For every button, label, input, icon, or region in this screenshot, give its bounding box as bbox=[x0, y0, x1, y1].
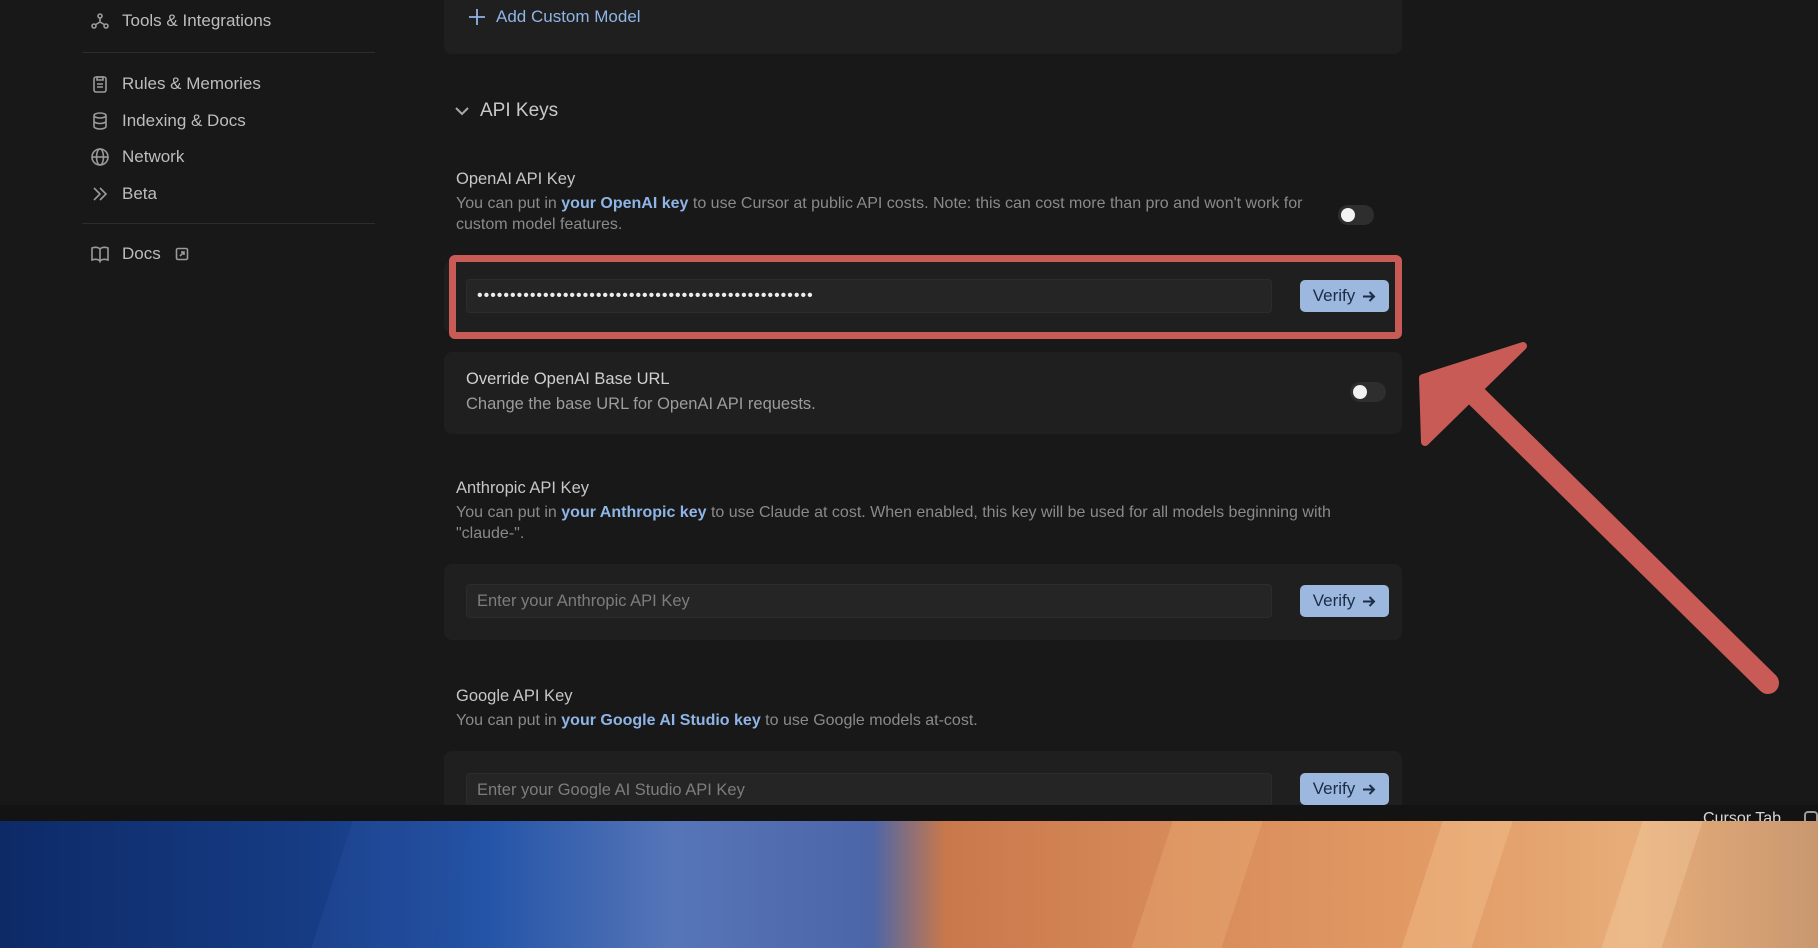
add-custom-model-button[interactable]: Add Custom Model bbox=[466, 6, 641, 28]
status-icon[interactable] bbox=[1804, 811, 1818, 821]
arrow-right-icon bbox=[1363, 595, 1376, 607]
sidebar-item-network[interactable]: Network bbox=[90, 142, 184, 172]
sidebar-item-docs[interactable]: Docs bbox=[90, 239, 189, 269]
verify-label: Verify bbox=[1312, 591, 1356, 610]
desc-text: You can put in bbox=[456, 504, 562, 521]
sidebar-item-label: Tools & Integrations bbox=[122, 11, 272, 30]
anthropic-key-description: You can put in your Anthropic key to use… bbox=[456, 502, 1336, 544]
add-custom-model-label: Add Custom Model bbox=[496, 7, 641, 26]
anthropic-key-input[interactable] bbox=[466, 584, 1272, 618]
settings-window: Tools & Integrations Rules & Memories In… bbox=[0, 0, 1818, 805]
google-key-description: You can put in your Google AI Studio key… bbox=[456, 710, 1336, 731]
google-key-title: Google API Key bbox=[456, 687, 573, 705]
annotation-arrow-icon bbox=[1419, 342, 1779, 694]
custom-model-card: Add Custom Model bbox=[444, 0, 1402, 54]
sidebar-item-label: Rules & Memories bbox=[122, 74, 261, 93]
override-base-url-card: Override OpenAI Base URL Change the base… bbox=[444, 352, 1402, 434]
desc-text: to use Google models at-cost. bbox=[760, 712, 978, 729]
sidebar-item-beta[interactable]: Beta bbox=[90, 179, 157, 209]
sidebar-item-tools-integrations[interactable]: Tools & Integrations bbox=[90, 6, 271, 36]
openai-verify-button[interactable]: Verify bbox=[1300, 280, 1389, 312]
clipboard-icon bbox=[93, 76, 107, 93]
desc-text: You can put in bbox=[456, 712, 562, 729]
sidebar-item-label: Docs bbox=[122, 244, 161, 263]
book-icon bbox=[91, 246, 109, 263]
wallpaper-streak bbox=[1390, 821, 1520, 948]
status-bar: Cursor Tab bbox=[0, 805, 1818, 821]
anthropic-key-title: Anthropic API Key bbox=[456, 479, 589, 497]
api-keys-section-header[interactable]: API Keys bbox=[454, 100, 558, 122]
sidebar-item-rules-memories[interactable]: Rules & Memories bbox=[90, 69, 261, 99]
desktop-wallpaper bbox=[0, 821, 1818, 948]
openai-key-input[interactable]: ••••••••••••••••••••••••••••••••••••••••… bbox=[466, 279, 1272, 313]
wallpaper-streak bbox=[1120, 821, 1270, 948]
verify-label: Verify bbox=[1312, 286, 1356, 305]
tools-icon bbox=[91, 13, 109, 29]
sidebar-divider bbox=[82, 52, 375, 53]
sidebar-item-label: Beta bbox=[122, 184, 157, 203]
google-key-link[interactable]: your Google AI Studio key bbox=[561, 712, 760, 729]
google-key-input[interactable] bbox=[466, 773, 1272, 805]
anthropic-key-link[interactable]: your Anthropic key bbox=[561, 504, 706, 521]
settings-sidebar: Tools & Integrations Rules & Memories In… bbox=[0, 0, 400, 805]
section-title: API Keys bbox=[480, 100, 559, 121]
openai-key-title: OpenAI API Key bbox=[456, 170, 576, 188]
wallpaper-streak bbox=[300, 821, 480, 948]
google-verify-button[interactable]: Verify bbox=[1300, 773, 1389, 805]
external-link-icon bbox=[175, 247, 189, 261]
openai-key-card: ••••••••••••••••••••••••••••••••••••••••… bbox=[444, 261, 1402, 333]
plus-icon bbox=[469, 9, 485, 25]
sidebar-item-indexing-docs[interactable]: Indexing & Docs bbox=[90, 106, 246, 136]
override-base-url-toggle[interactable] bbox=[1350, 382, 1386, 402]
toggle-knob bbox=[1341, 208, 1355, 222]
cursor-tab-status[interactable]: Cursor Tab bbox=[1703, 810, 1781, 821]
chevrons-right-icon bbox=[93, 187, 108, 201]
desc-text: You can put in bbox=[456, 195, 562, 212]
sidebar-item-label: Indexing & Docs bbox=[122, 111, 246, 130]
openai-key-description: You can put in your OpenAI key to use Cu… bbox=[456, 193, 1336, 235]
override-base-url-title: Override OpenAI Base URL bbox=[466, 370, 670, 388]
globe-icon bbox=[91, 148, 109, 166]
override-base-url-description: Change the base URL for OpenAI API reque… bbox=[466, 395, 816, 413]
anthropic-key-card: Verify bbox=[444, 564, 1402, 640]
chevron-down-icon bbox=[455, 107, 469, 116]
sidebar-divider bbox=[82, 223, 375, 224]
anthropic-verify-button[interactable]: Verify bbox=[1300, 585, 1389, 617]
openai-key-link[interactable]: your OpenAI key bbox=[561, 195, 688, 212]
google-key-card: Verify bbox=[444, 751, 1402, 805]
wallpaper-streak bbox=[1590, 821, 1710, 948]
arrow-right-icon bbox=[1363, 290, 1376, 302]
settings-main: Add Custom Model API Keys OpenAI API Key… bbox=[440, 0, 1405, 805]
verify-label: Verify bbox=[1312, 779, 1356, 798]
database-icon bbox=[93, 112, 107, 130]
toggle-knob bbox=[1353, 385, 1367, 399]
sidebar-item-label: Network bbox=[122, 147, 185, 166]
openai-key-toggle[interactable] bbox=[1338, 205, 1374, 225]
arrow-right-icon bbox=[1363, 783, 1376, 795]
